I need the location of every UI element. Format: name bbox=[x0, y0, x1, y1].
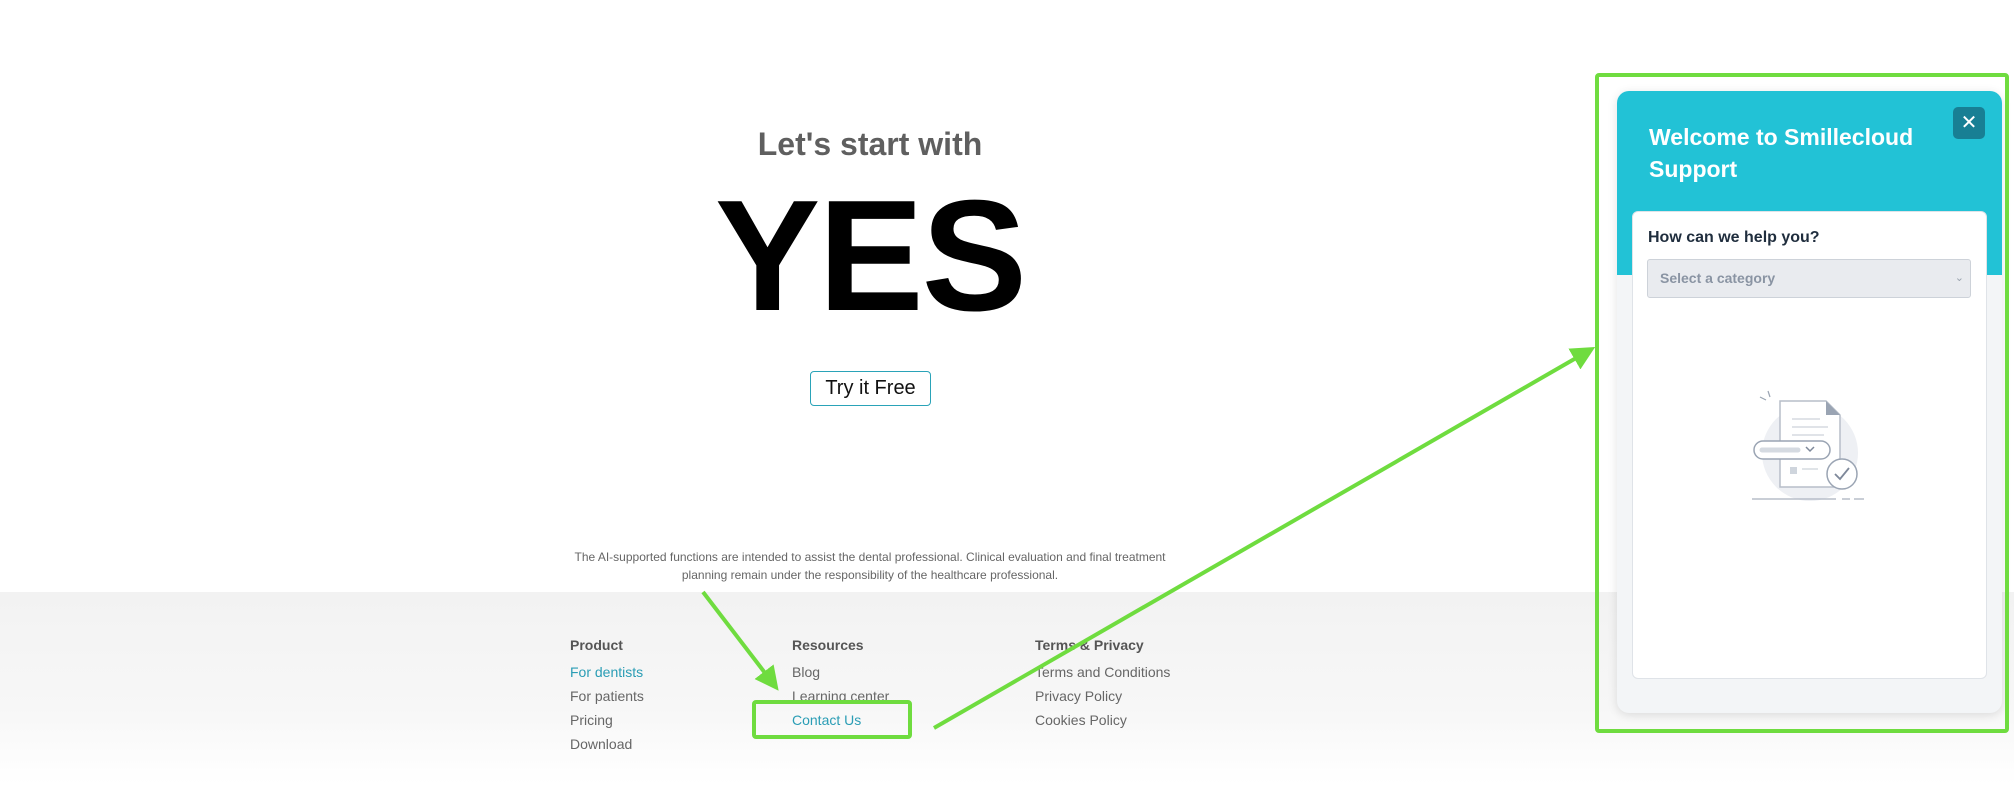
close-icon[interactable]: ✕ bbox=[1953, 107, 1985, 139]
footer-link-for-patients[interactable]: For patients bbox=[570, 684, 644, 708]
hero-title: YES bbox=[714, 168, 1027, 344]
widget-question: How can we help you? bbox=[1648, 229, 1820, 246]
category-select-value: Select a category bbox=[1660, 270, 1776, 286]
category-select[interactable]: Select a category ⌄ bbox=[1647, 259, 1971, 298]
footer-link-download[interactable]: Download bbox=[570, 732, 644, 756]
footer-link-pricing[interactable]: Pricing bbox=[570, 708, 644, 732]
footer-link-cookies[interactable]: Cookies Policy bbox=[1035, 708, 1170, 732]
footer-link-contact-us[interactable]: Contact Us bbox=[792, 708, 889, 732]
footer-heading-terms-privacy: Terms & Privacy bbox=[1035, 637, 1144, 653]
chevron-down-icon: ⌄ bbox=[1954, 272, 1964, 284]
hero-subtitle: Let's start with bbox=[757, 126, 983, 162]
footer-link-learning-center[interactable]: Learning center bbox=[792, 684, 889, 708]
footer-column-product: Product For dentists For patients Pricin… bbox=[570, 636, 644, 756]
try-free-button[interactable]: Try it Free bbox=[810, 371, 931, 406]
support-widget: Welcome to Smillecloud Support ✕ How can… bbox=[1617, 91, 2002, 713]
footer-column-resources: Resources Blog Learning center Contact U… bbox=[792, 636, 889, 732]
footer-link-blog[interactable]: Blog bbox=[792, 660, 889, 684]
footer-column-legal: Terms & Privacy Terms and Conditions Pri… bbox=[1035, 636, 1170, 732]
document-checklist-icon bbox=[1752, 390, 1864, 501]
footer-heading-product: Product bbox=[570, 637, 623, 653]
widget-form-card: How can we help you? Select a category ⌄ bbox=[1632, 211, 1987, 679]
footer-link-terms[interactable]: Terms and Conditions bbox=[1035, 660, 1170, 684]
ai-disclaimer: The AI-supported functions are intended … bbox=[574, 550, 1166, 582]
footer-heading-resources: Resources bbox=[792, 637, 864, 653]
widget-title: Welcome to Smillecloud Support bbox=[1649, 124, 1914, 182]
footer-link-privacy[interactable]: Privacy Policy bbox=[1035, 684, 1170, 708]
footer-link-for-dentists[interactable]: For dentists bbox=[570, 660, 644, 684]
